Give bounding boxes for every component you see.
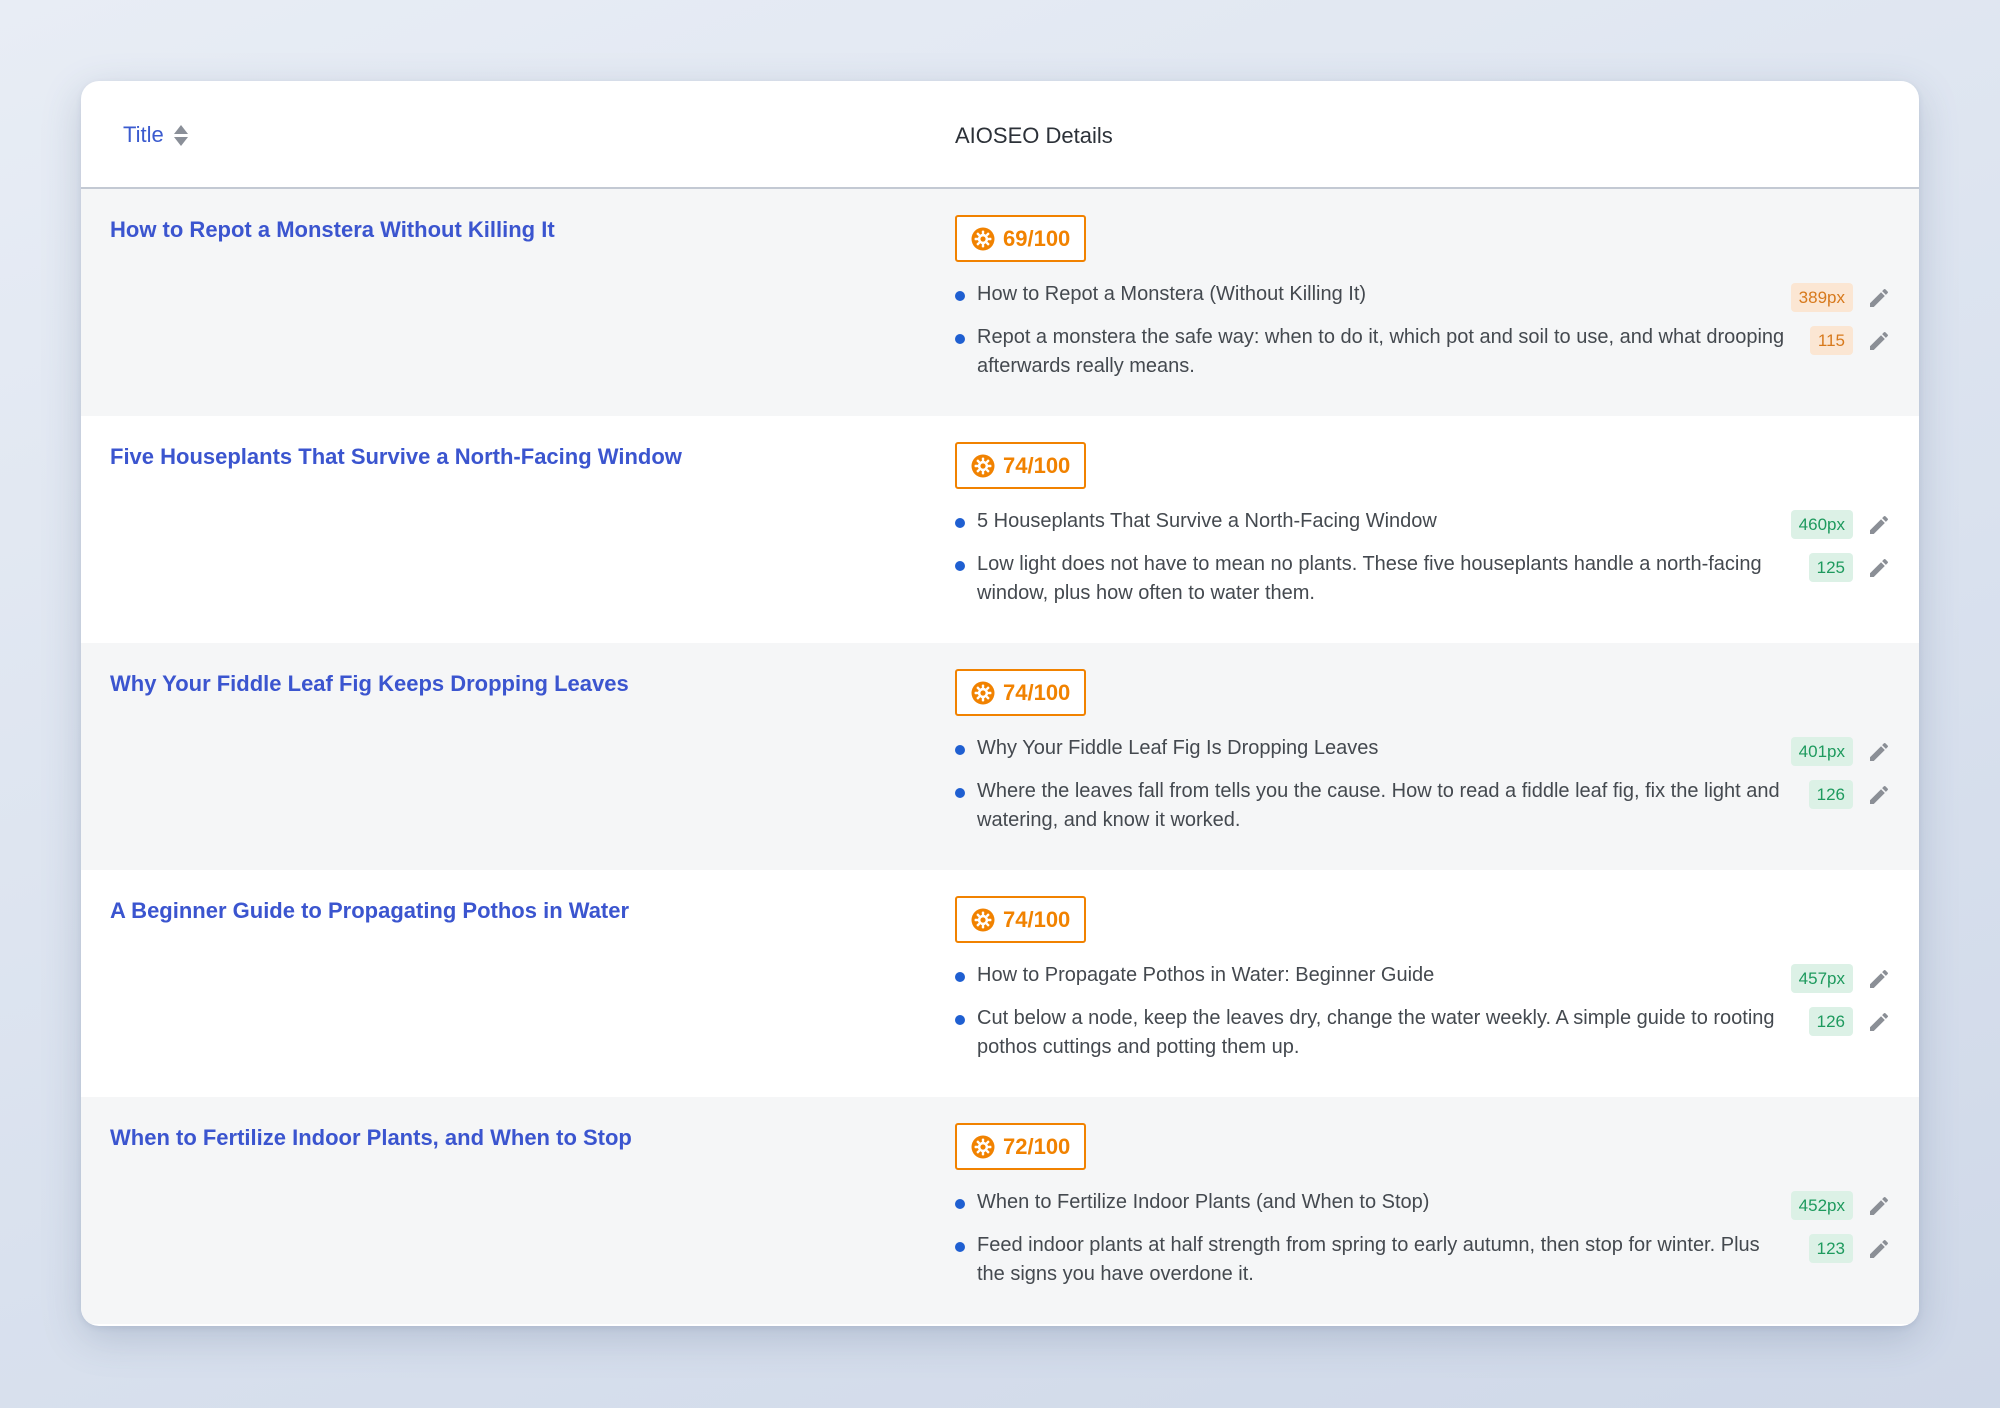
gear-icon: [971, 1135, 995, 1158]
seo-title-text: When to Fertilize Indoor Plants (and Whe…: [977, 1191, 1430, 1213]
table-row: When to Fertilize Indoor Plants, and Whe…: [81, 1097, 1919, 1324]
meta-description-length-badge: 115: [1809, 326, 1853, 355]
seo-score-badge[interactable]: 74/100: [955, 669, 1087, 716]
bullet-dot: [955, 518, 965, 528]
gear-icon: [971, 908, 995, 931]
post-title-link[interactable]: How to Repot a Monstera Without Killing …: [110, 217, 555, 243]
post-title-link[interactable]: When to Fertilize Indoor Plants, and Whe…: [110, 1125, 632, 1151]
meta-description-text: Low light does not have to mean no plant…: [977, 553, 1762, 604]
table-body: How to Repot a Monstera Without Killing …: [81, 189, 1919, 1324]
bullet-dot: [955, 1199, 965, 1209]
seo-score-badge[interactable]: 74/100: [955, 442, 1087, 489]
table-row: Five Houseplants That Survive a North-Fa…: [81, 416, 1919, 643]
bullet-dot: [955, 1015, 965, 1025]
seo-title-line: When to Fertilize Indoor Plants (and Whe…: [955, 1191, 1891, 1220]
pencil-icon[interactable]: [1867, 556, 1891, 580]
pencil-icon[interactable]: [1867, 1194, 1891, 1218]
seo-title-text: Why Your Fiddle Leaf Fig Is Dropping Lea…: [977, 737, 1379, 759]
meta-description-tools: 125: [1808, 553, 1891, 582]
pencil-icon[interactable]: [1867, 1237, 1891, 1261]
meta-description-tools: 115: [1809, 326, 1891, 355]
pencil-icon[interactable]: [1867, 967, 1891, 991]
seo-title-text: How to Repot a Monstera (Without Killing…: [977, 283, 1367, 305]
seo-score-value: 69/100: [1003, 225, 1071, 251]
post-title-link[interactable]: Why Your Fiddle Leaf Fig Keeps Dropping …: [110, 671, 629, 697]
meta-description-tools: 126: [1808, 780, 1891, 809]
meta-description-text: Cut below a node, keep the leaves dry, c…: [977, 1007, 1775, 1058]
seo-title-tools: 389px: [1790, 283, 1891, 312]
meta-description-text: Where the leaves fall from tells you the…: [977, 780, 1780, 831]
pencil-icon[interactable]: [1867, 329, 1891, 353]
seo-title-line: 5 Houseplants That Survive a North-Facin…: [955, 510, 1891, 539]
meta-description-length-badge: 126: [1808, 780, 1853, 809]
seo-title-line: How to Repot a Monstera (Without Killing…: [955, 283, 1891, 312]
meta-description-line: Low light does not have to mean no plant…: [955, 553, 1891, 608]
meta-description-length-badge: 126: [1808, 1007, 1853, 1036]
seo-score-value: 72/100: [1003, 1133, 1071, 1159]
gear-icon: [971, 227, 995, 250]
bullet-dot: [955, 561, 965, 571]
seo-title-length-badge: 457px: [1790, 964, 1853, 993]
pencil-icon[interactable]: [1867, 740, 1891, 764]
meta-description-line: Cut below a node, keep the leaves dry, c…: [955, 1007, 1891, 1062]
seo-title-length-badge: 401px: [1790, 737, 1853, 766]
seo-title-tools: 452px: [1790, 1191, 1891, 1220]
bullet-dot: [955, 972, 965, 982]
post-title-link[interactable]: Five Houseplants That Survive a North-Fa…: [110, 444, 682, 470]
seo-title-line: Why Your Fiddle Leaf Fig Is Dropping Lea…: [955, 737, 1891, 766]
seo-title-length-badge: 389px: [1790, 283, 1853, 312]
seo-score-badge[interactable]: 74/100: [955, 896, 1087, 943]
seo-title-text: How to Propagate Pothos in Water: Beginn…: [977, 964, 1435, 986]
gear-icon: [971, 454, 995, 477]
pencil-icon[interactable]: [1867, 1010, 1891, 1034]
post-title-link[interactable]: A Beginner Guide to Propagating Pothos i…: [110, 898, 629, 924]
sort-icon[interactable]: [173, 124, 188, 146]
meta-description-tools: 123: [1808, 1234, 1891, 1263]
title-column-label[interactable]: Title: [123, 122, 164, 148]
posts-table-card: Title AIOSEO Details How to Repot a Mons…: [81, 81, 1919, 1326]
seo-score-badge[interactable]: 72/100: [955, 1123, 1087, 1170]
meta-description-line: Feed indoor plants at half strength from…: [955, 1234, 1891, 1289]
bullet-dot: [955, 291, 965, 301]
bullet-dot: [955, 334, 965, 344]
bullet-dot: [955, 1242, 965, 1252]
seo-title-length-badge: 452px: [1790, 1191, 1853, 1220]
meta-description-text: Repot a monstera the safe way: when to d…: [977, 326, 1785, 377]
meta-description-length-badge: 123: [1808, 1234, 1853, 1263]
meta-description-line: Where the leaves fall from tells you the…: [955, 780, 1891, 835]
title-column-header[interactable]: Title: [123, 122, 188, 148]
seo-score-badge[interactable]: 69/100: [955, 215, 1087, 262]
aioseo-details-column-header: AIOSEO Details: [955, 123, 1113, 148]
seo-score-value: 74/100: [1003, 452, 1071, 478]
seo-score-value: 74/100: [1003, 906, 1071, 932]
seo-title-tools: 460px: [1790, 510, 1891, 539]
table-row: How to Repot a Monstera Without Killing …: [81, 189, 1919, 416]
pencil-icon[interactable]: [1867, 286, 1891, 310]
bullet-dot: [955, 788, 965, 798]
meta-description-tools: 126: [1808, 1007, 1891, 1036]
seo-score-value: 74/100: [1003, 679, 1071, 705]
pencil-icon[interactable]: [1867, 783, 1891, 807]
meta-description-text: Feed indoor plants at half strength from…: [977, 1234, 1760, 1285]
seo-title-tools: 457px: [1790, 964, 1891, 993]
seo-title-line: How to Propagate Pothos in Water: Beginn…: [955, 964, 1891, 993]
seo-title-length-badge: 460px: [1790, 510, 1853, 539]
bullet-dot: [955, 745, 965, 755]
gear-icon: [971, 681, 995, 704]
meta-description-line: Repot a monstera the safe way: when to d…: [955, 326, 1891, 381]
table-row: Why Your Fiddle Leaf Fig Keeps Dropping …: [81, 643, 1919, 870]
pencil-icon[interactable]: [1867, 513, 1891, 537]
seo-title-tools: 401px: [1790, 737, 1891, 766]
seo-title-text: 5 Houseplants That Survive a North-Facin…: [977, 510, 1437, 532]
table-header: Title AIOSEO Details: [81, 81, 1919, 189]
table-row: A Beginner Guide to Propagating Pothos i…: [81, 870, 1919, 1097]
meta-description-length-badge: 125: [1808, 553, 1853, 582]
